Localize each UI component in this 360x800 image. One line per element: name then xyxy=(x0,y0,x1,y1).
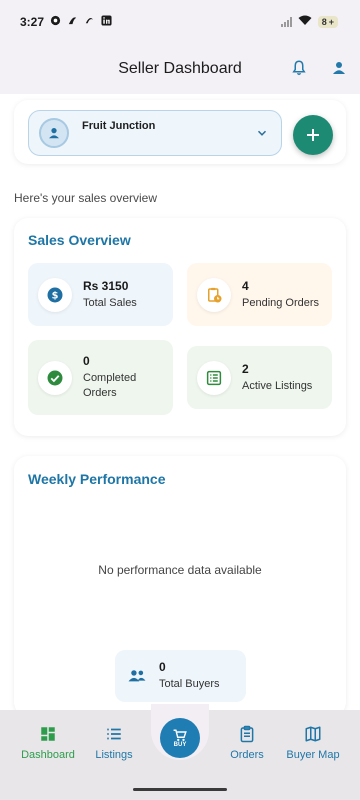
clipboard-clock-icon xyxy=(208,287,222,302)
stat-active-listings[interactable]: 2 Active Listings xyxy=(187,346,332,409)
person-icon[interactable] xyxy=(330,59,348,77)
stat-value: 0 xyxy=(83,354,90,368)
notification-icon xyxy=(50,15,61,29)
stat-label: Active Listings xyxy=(242,379,313,392)
empty-state-message: No performance data available xyxy=(98,563,262,577)
bell-icon[interactable] xyxy=(290,59,308,77)
linkedin-icon xyxy=(101,15,112,29)
main-content: Fruit Junction Here's your sales overvie… xyxy=(0,94,360,710)
app-bar: Seller Dashboard xyxy=(0,44,360,94)
stat-value: 2 xyxy=(242,361,249,376)
total-buyers-label: Total Buyers xyxy=(159,678,220,690)
buy-button[interactable]: BUY xyxy=(160,718,200,758)
add-button[interactable] xyxy=(293,115,333,155)
svg-text:$: $ xyxy=(52,290,59,301)
stat-value: Rs 3150 xyxy=(83,278,129,293)
stat-value: 4 xyxy=(242,278,249,293)
wifi-icon xyxy=(298,15,312,29)
list-icon xyxy=(206,370,222,385)
stat-label: Total Sales xyxy=(83,296,137,309)
charging-icon: + xyxy=(328,17,334,27)
list-icon xyxy=(105,725,123,743)
plus-icon xyxy=(307,129,319,141)
total-buyers-value: 0 xyxy=(159,660,166,674)
sales-overview-card: Sales Overview $ Rs 3150 Total Sales 4 P… xyxy=(14,218,346,436)
nav-item-listings[interactable]: Listings xyxy=(74,725,154,761)
page-title: Seller Dashboard xyxy=(118,60,242,77)
clipboard-icon xyxy=(238,725,256,743)
stat-total-sales[interactable]: $ Rs 3150 Total Sales xyxy=(28,263,173,326)
dashboard-icon xyxy=(39,725,57,743)
store-avatar xyxy=(39,118,69,148)
nav-label: Orders xyxy=(230,749,264,761)
stat-pending-orders[interactable]: 4 Pending Orders xyxy=(187,263,332,326)
status-bar: 3:27 8 + xyxy=(0,0,360,44)
map-icon xyxy=(304,725,322,743)
notification-icon xyxy=(67,15,78,29)
battery-icon: 8 + xyxy=(317,16,338,28)
total-buyers-card: 0 Total Buyers xyxy=(115,650,246,702)
nav-label: Dashboard xyxy=(21,749,75,761)
dollar-icon: $ xyxy=(47,287,63,302)
battery-level: 8 xyxy=(321,17,327,27)
bottom-navigation: Dashboard Listings BUY Orders Buyer Map xyxy=(0,704,360,800)
cart-icon xyxy=(173,729,187,741)
stat-label: Pending Orders xyxy=(242,296,320,309)
chevron-down-icon xyxy=(255,126,269,140)
home-indicator[interactable] xyxy=(133,788,227,791)
nav-label: Listings xyxy=(95,749,133,761)
notification-icon xyxy=(84,15,95,29)
people-icon xyxy=(128,670,146,682)
nav-item-buyer-map[interactable]: Buyer Map xyxy=(273,725,353,761)
greeting-text: Here's your sales overview xyxy=(14,191,158,205)
weekly-performance-card: Weekly Performance No performance data a… xyxy=(14,456,346,710)
person-icon xyxy=(49,128,59,139)
stat-completed-orders[interactable]: 0 Completed Orders xyxy=(28,340,173,415)
buy-label: BUY xyxy=(173,741,187,748)
store-selector[interactable]: Fruit Junction xyxy=(28,110,282,156)
stat-label: Completed Orders xyxy=(83,372,137,399)
status-time: 3:27 xyxy=(20,15,45,29)
section-title-weekly-performance: Weekly Performance xyxy=(28,471,166,487)
signal-icon xyxy=(280,17,292,27)
section-title-sales-overview: Sales Overview xyxy=(28,232,131,248)
store-name: Fruit Junction xyxy=(82,120,156,132)
check-circle-icon xyxy=(47,370,63,385)
nav-label: Buyer Map xyxy=(286,749,340,761)
